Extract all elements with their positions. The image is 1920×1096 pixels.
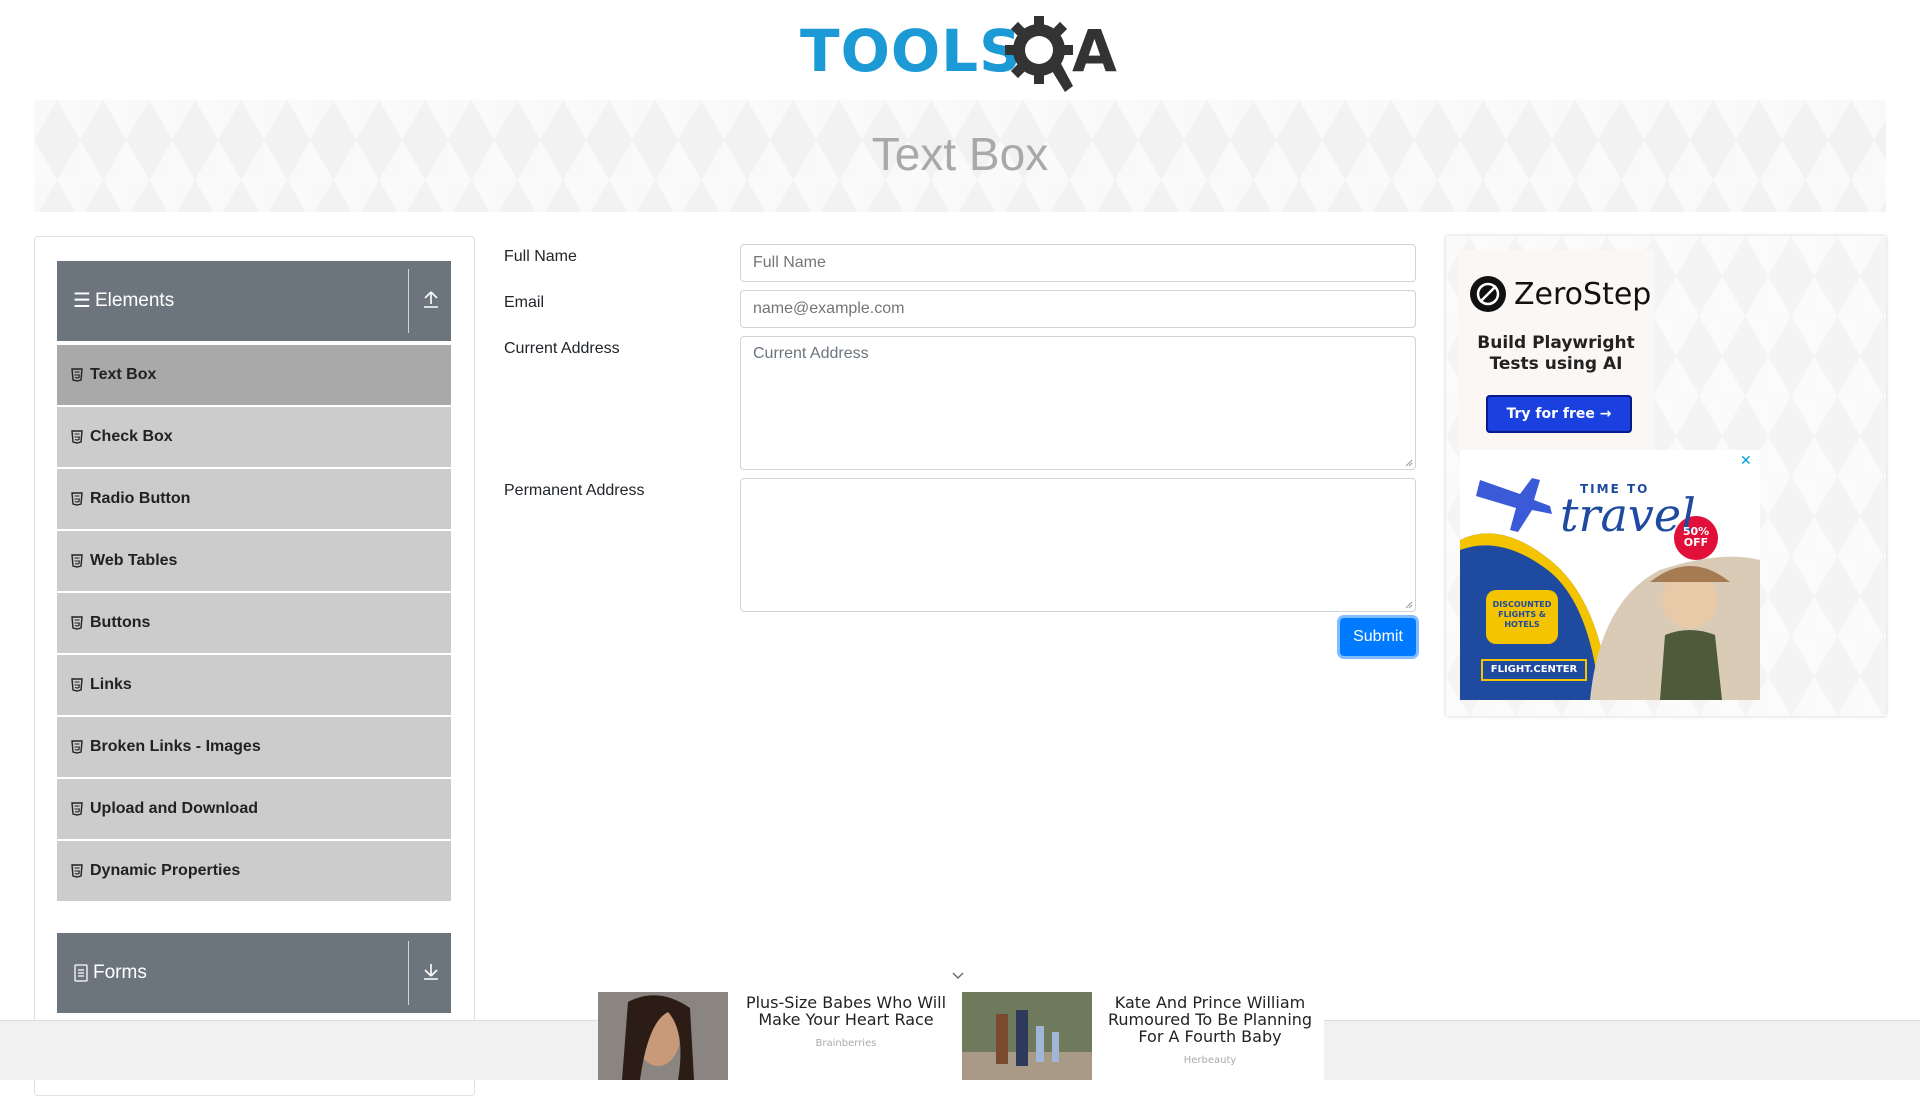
html5-icon (71, 554, 83, 568)
travel-ad[interactable]: TIME TO travel 50% OFF DISCOUNTED FLIGHT… (1460, 450, 1760, 700)
sidebar-item-upload-and-download[interactable]: Upload and Download (57, 777, 451, 839)
toolsqa-logo[interactable]: TOOLS A (800, 14, 1125, 94)
sidebar-item-label: Text Box (90, 366, 157, 383)
travel-headline: travel (1560, 488, 1696, 542)
sidebar-item-dynamic-properties[interactable]: Dynamic Properties (57, 839, 451, 901)
discount-flights-badge: DISCOUNTED FLIGHTS & HOTELS (1492, 600, 1552, 629)
try-for-free-button[interactable]: Try for free → (1486, 395, 1632, 433)
email-label: Email (504, 294, 545, 311)
sponsored-ad-item[interactable]: Kate And Prince William Rumoured To Be P… (962, 992, 1326, 1080)
close-icon[interactable]: ✕ (1740, 452, 1752, 469)
permanent-address-textarea[interactable] (740, 478, 1416, 612)
zerostep-logo-icon (1470, 276, 1506, 312)
ad-source: Brainberries (815, 1038, 877, 1049)
sidebar-item-label: Upload and Download (90, 800, 258, 817)
html5-icon (71, 492, 83, 506)
sidebar-item-label: Check Box (90, 428, 173, 445)
html5-icon (71, 864, 83, 878)
email-input[interactable] (740, 290, 1416, 328)
full-name-label: Full Name (504, 248, 577, 265)
full-name-input[interactable] (740, 244, 1416, 282)
document-icon (74, 964, 88, 982)
upload-arrow-icon (424, 291, 438, 308)
magnifier-gear-icon (1005, 16, 1073, 92)
sidebar-item-buttons[interactable]: Buttons (57, 591, 451, 653)
divider (408, 941, 409, 1005)
sponsored-ads: Plus-Size Babes Who Will Make Your Heart… (598, 992, 1324, 1080)
sidebar-item-label: Broken Links - Images (90, 738, 261, 755)
sidebar-item-label: Dynamic Properties (90, 862, 241, 879)
group-header-elements[interactable]: ☰ Elements (57, 261, 451, 341)
site-header: TOOLS A (0, 0, 1920, 100)
submit-button[interactable]: Submit (1340, 618, 1416, 656)
sidebar-item-check-box[interactable]: Check Box (57, 405, 451, 467)
html5-icon (71, 678, 83, 692)
sidebar-item-web-tables[interactable]: Web Tables (57, 529, 451, 591)
sidebar: ☰ Elements Text Box Check Box Radio Butt… (34, 236, 475, 1096)
sidebar-item-label: Web Tables (90, 552, 178, 569)
resize-grip-icon[interactable] (1405, 459, 1413, 467)
resize-grip-icon[interactable] (1405, 601, 1413, 609)
html5-icon (71, 430, 83, 444)
zerostep-brand: ZeroStep (1514, 276, 1652, 312)
group-header-forms[interactable]: Forms (57, 933, 451, 1013)
zerostep-ad[interactable]: ZeroStep Build Playwright Tests using AI… (1458, 250, 1654, 450)
zerostep-mark-icon (1476, 282, 1500, 306)
zerostep-logo: ZeroStep (1470, 276, 1651, 312)
html5-icon (71, 616, 83, 630)
elements-menu: Text Box Check Box Radio Button Web Tabl… (57, 343, 451, 901)
current-address-textarea[interactable]: Current Address (740, 336, 1416, 470)
sponsored-ad-item[interactable]: Plus-Size Babes Who Will Make Your Heart… (598, 992, 962, 1080)
sidebar-item-label: Buttons (90, 614, 151, 631)
html5-icon (71, 802, 83, 816)
logo-tools-text: TOOLS (800, 17, 1022, 85)
group-label-elements: Elements (95, 290, 175, 311)
sidebar-item-text-box[interactable]: Text Box (57, 343, 451, 405)
page-title: Text Box (871, 128, 1049, 180)
group-label-forms: Forms (93, 962, 147, 983)
logo-a-text: A (1072, 17, 1117, 85)
chevron-down-icon[interactable] (950, 968, 966, 984)
ad-title: Plus-Size Babes Who Will Make Your Heart… (745, 993, 947, 1029)
current-address-label: Current Address (504, 340, 620, 357)
ad-thumbnail (962, 992, 1092, 1080)
sidebar-item-radio-button[interactable]: Radio Button (57, 467, 451, 529)
discount-badge: 50% OFF (1682, 525, 1710, 549)
download-arrow-icon (424, 964, 438, 980)
html5-icon (71, 368, 83, 382)
flight-center-logo: FLIGHT.CENTER (1490, 664, 1578, 675)
sidebar-item-label: Radio Button (90, 490, 191, 507)
sidebar-item-links[interactable]: Links (57, 653, 451, 715)
page-banner: Text Box (34, 100, 1886, 212)
ad-title: Kate And Prince William Rumoured To Be P… (1107, 993, 1313, 1046)
divider (408, 269, 409, 333)
ad-thumbnail (598, 992, 728, 1080)
html5-icon (71, 740, 83, 754)
permanent-address-label: Permanent Address (504, 482, 645, 499)
zerostep-tagline: Build Playwright Tests using AI (1477, 333, 1635, 374)
sidebar-item-broken-links-images[interactable]: Broken Links - Images (57, 715, 451, 777)
hamburger-icon: ☰ (73, 290, 91, 312)
ad-source: Herbeauty (1183, 1055, 1237, 1066)
sidebar-ad: ZeroStep Build Playwright Tests using AI… (1446, 236, 1886, 716)
current-address-placeholder: Current Address (753, 345, 869, 362)
sidebar-item-label: Links (90, 676, 132, 693)
